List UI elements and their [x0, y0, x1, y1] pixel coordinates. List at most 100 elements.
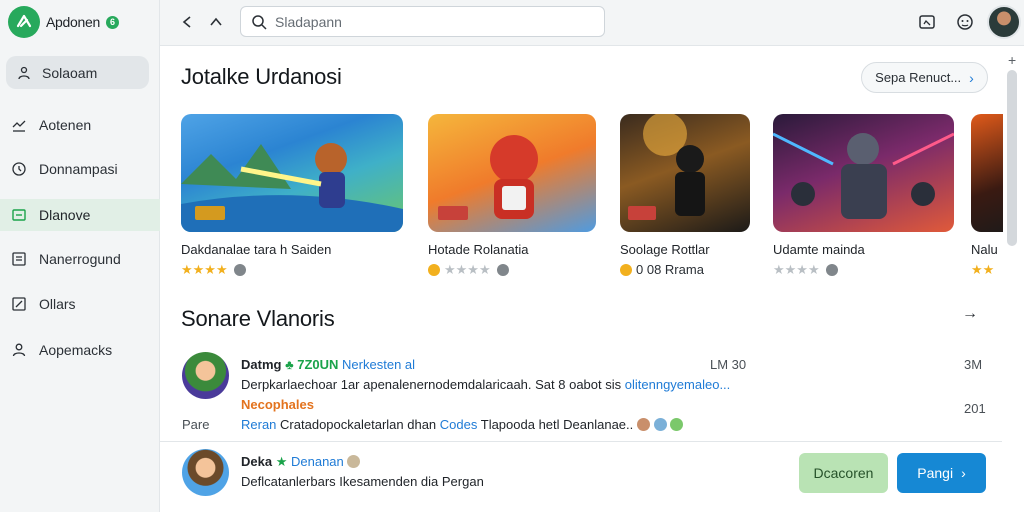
- reaction-icon[interactable]: [636, 418, 650, 431]
- update-desc-line: Derpkarlaechoar 1ar apenalenernodemdalar…: [241, 377, 730, 392]
- user-icon: [16, 65, 32, 81]
- game-thumbnail: [428, 114, 596, 232]
- sidebar-item-aopemacks[interactable]: Aopemacks: [0, 334, 160, 366]
- update-tag: 7Z0UN: [297, 357, 339, 372]
- chevron-right-icon: ›: [961, 465, 966, 481]
- scrollbar[interactable]: [1007, 70, 1017, 246]
- list-item[interactable]: Datmg ♣ 7Z0UN Nerkesten al LM 30 3M Derp…: [160, 348, 1002, 442]
- sidebar-item-label: Ollars: [39, 296, 76, 312]
- up-button[interactable]: [205, 11, 227, 33]
- sidebar-item-nanerrogund[interactable]: Nanerrogund: [0, 243, 160, 275]
- back-button[interactable]: [176, 11, 198, 33]
- game-title: Hotade Rolanatia: [428, 242, 529, 257]
- chevron-up-icon: [210, 17, 222, 26]
- reaction-icon[interactable]: [670, 418, 684, 431]
- user-avatar[interactable]: [987, 5, 1021, 39]
- reaction-icon[interactable]: [653, 418, 667, 431]
- footer-end: Tlapooda hetl Deanlanae..: [480, 417, 634, 432]
- sidebar-search-item[interactable]: Solaoam: [6, 56, 149, 89]
- sidebar-item-donnampasi[interactable]: Donnampasi: [0, 153, 160, 185]
- footer-blue[interactable]: Codes: [440, 417, 478, 432]
- footer-text: Cratadopockaletarlan dhan: [280, 417, 437, 432]
- game-rating: ★★★★: [181, 262, 246, 278]
- sidebar: Apdonen 6 Solaoam Aotenen Donnampasi Dla…: [0, 0, 160, 512]
- game-thumbnail: [971, 114, 1003, 232]
- game-title: Udamte mainda: [773, 242, 865, 257]
- sidebar-item-label: Aotenen: [39, 117, 92, 133]
- footer-left: Pare: [182, 417, 210, 432]
- back-icon: [182, 16, 191, 28]
- game-card[interactable]: Dakdanalae tara h Saiden ★★★★: [181, 114, 403, 277]
- update-name: Deka: [241, 454, 273, 469]
- game-card[interactable]: Hotade Rolanatia ★★★★: [428, 114, 596, 277]
- game-title: Nalu: [971, 242, 998, 257]
- see-all-label: Sepa Renuct...: [875, 70, 962, 85]
- update-footer-line: Reran Cratadopockaletarlan dhan Codes Tl…: [241, 417, 684, 432]
- update-desc: Derpkarlaechoar 1ar apenalenernodemdalar…: [241, 377, 622, 392]
- search-field[interactable]: [240, 6, 605, 37]
- window-icon: [11, 207, 27, 223]
- update-header: Datmg ♣ 7Z0UN Nerkesten al: [241, 357, 415, 372]
- update-link[interactable]: Denanan: [291, 454, 344, 469]
- see-all-button[interactable]: Sepa Renuct... ›: [861, 62, 988, 93]
- updates-title: Sonare Vlanoris: [181, 306, 335, 331]
- game-rating: ★★★★: [428, 262, 509, 278]
- secondary-action-button[interactable]: Dcacoren: [799, 453, 888, 493]
- update-header: Deka ★ Denanan: [241, 454, 361, 470]
- update-highlight[interactable]: olitenngyemaleo...: [625, 377, 731, 392]
- edit-icon: [11, 296, 27, 312]
- rating-text: 0 08 Rrama: [636, 262, 704, 277]
- leaf-icon: ♣: [285, 357, 294, 372]
- game-rating: ★★★★: [773, 262, 838, 278]
- update-footer: Pare: [182, 417, 209, 432]
- info-icon: [496, 264, 509, 276]
- update-desc: Deflcatanlerbars Ikesamenden dia Pergan: [241, 474, 484, 489]
- update-link[interactable]: Nerkesten al: [342, 357, 415, 372]
- arrow-right-icon[interactable]: →: [962, 305, 978, 323]
- game-thumbnail: [773, 114, 954, 232]
- sidebar-item-aotenen[interactable]: Aotenen: [0, 109, 160, 141]
- sidebar-item-label: Nanerrogund: [39, 251, 121, 267]
- list-icon: [11, 251, 27, 267]
- star-icon: ★★★★: [181, 262, 228, 277]
- update-right-bottom: 201: [964, 401, 986, 416]
- brand-badge: 6: [105, 15, 119, 29]
- primary-action-button[interactable]: Pangi ›: [897, 453, 986, 493]
- coin-icon: [428, 264, 440, 276]
- info-icon: [233, 264, 246, 276]
- sidebar-item-label: Dlanove: [39, 207, 91, 223]
- clock-icon: [11, 161, 27, 177]
- brand-logo-icon: [8, 6, 40, 38]
- sidebar-item-label: Aopemacks: [39, 342, 113, 358]
- sidebar-item-ollars[interactable]: Ollars: [0, 288, 160, 320]
- reaction-icon: [347, 455, 361, 468]
- star-icon: ★: [275, 454, 288, 469]
- screenshot-button[interactable]: [916, 11, 938, 33]
- sidebar-item-dlanove[interactable]: Dlanove: [0, 199, 160, 231]
- search-input[interactable]: [275, 13, 595, 30]
- game-title: Soolage Rottlar: [620, 242, 710, 257]
- swap-icon: [11, 117, 27, 133]
- star-icon: ★★★★: [444, 262, 491, 277]
- star-icon: ★★★★: [773, 262, 820, 277]
- brand-name: Apdonen: [46, 14, 100, 30]
- brand[interactable]: Apdonen 6: [8, 6, 119, 38]
- user-icon: [11, 342, 27, 358]
- update-name: Datmg: [241, 357, 282, 372]
- search-icon: [252, 14, 267, 30]
- gamepad-button[interactable]: [954, 11, 976, 33]
- game-card[interactable]: Soolage Rottlar 0 08 Rrama: [620, 114, 750, 277]
- camera-icon: [919, 15, 935, 29]
- game-card[interactable]: Udamte mainda ★★★★: [773, 114, 954, 277]
- plus-icon[interactable]: +: [1008, 52, 1016, 68]
- game-card[interactable]: Nalu ★★: [971, 114, 1003, 284]
- update-time: LM 30: [710, 357, 747, 372]
- update-sub: Necophales: [241, 397, 314, 412]
- game-rating: 0 08 Rrama: [620, 262, 704, 277]
- game-rating: ★★: [971, 262, 994, 278]
- avatar: [182, 352, 229, 399]
- featured-title: Jotalke Urdanosi: [181, 64, 342, 89]
- coin-icon: [620, 263, 632, 276]
- game-title: Dakdanalae tara h Saiden: [181, 242, 332, 257]
- footer-link[interactable]: Reran: [241, 417, 276, 432]
